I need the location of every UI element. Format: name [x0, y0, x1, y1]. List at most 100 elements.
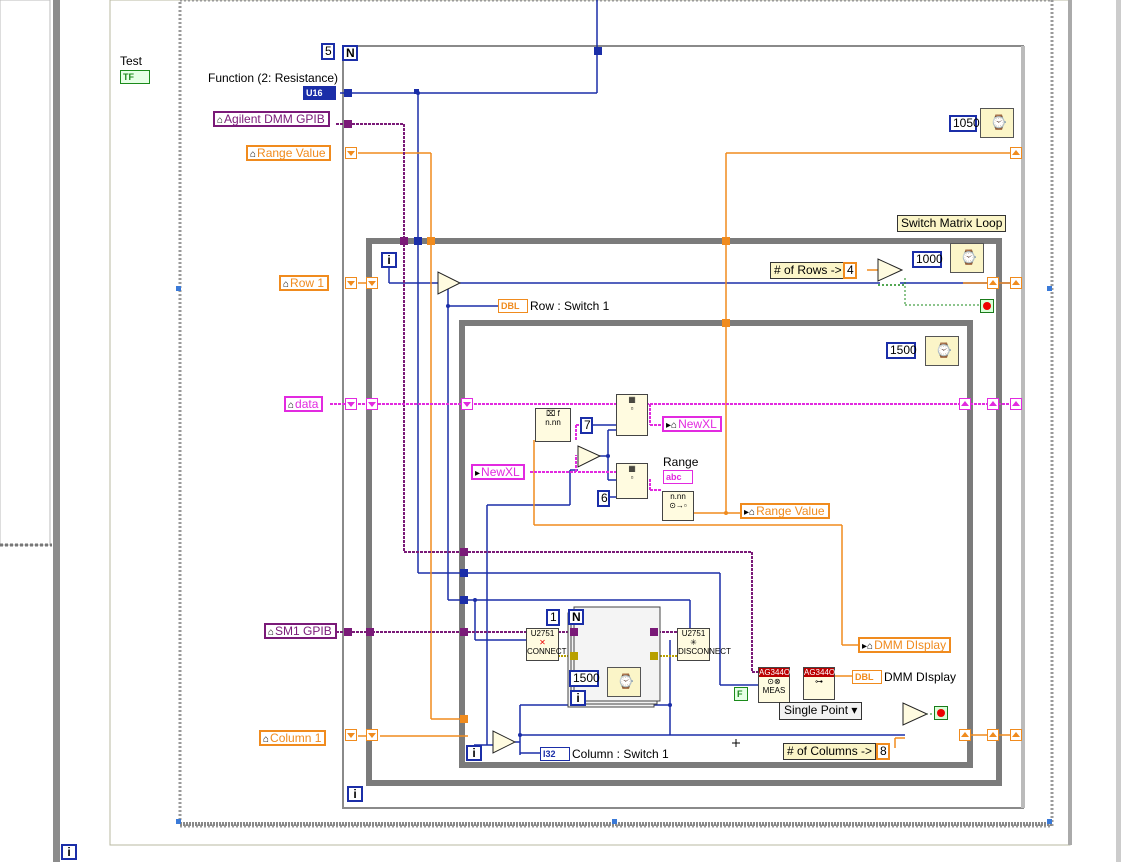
single-point-ring[interactable]: Single Point ▾ — [779, 702, 863, 720]
column1-shift-register-inner — [366, 729, 378, 741]
columns-constant[interactable]: 8 — [876, 743, 890, 760]
inner-count-constant[interactable]: 1 — [546, 609, 560, 626]
range-value-control[interactable]: ⌂Range Value — [246, 145, 331, 161]
chevron-down-icon: ▾ — [851, 703, 858, 717]
single-point-value: Single Point — [784, 703, 849, 717]
column1-shift-register — [345, 729, 357, 741]
rows-note: # of Rows -> — [770, 262, 846, 279]
dmm-display-label: DMM DIsplay — [884, 670, 957, 684]
range-label: Range — [663, 455, 699, 469]
data-shift-register-3 — [461, 398, 473, 410]
row1-label: Row 1 — [290, 276, 325, 290]
data-shift-register-6 — [1010, 398, 1022, 410]
agilent-dmm-gpib-label: Agilent DMM GPIB — [224, 112, 325, 126]
ag344ox-read-subvi[interactable]: AG344OX ⊶ — [803, 667, 841, 700]
column-switch-label: Column : Switch 1 — [572, 747, 669, 761]
newxl-indicator[interactable]: ▸⌂NewXL — [662, 416, 722, 432]
index-7-constant[interactable]: 7 — [580, 417, 593, 434]
row-loop-stop[interactable] — [980, 299, 994, 313]
newxl-out-label: NewXL — [678, 417, 717, 431]
home-icon: ⌂ — [283, 279, 290, 290]
disconnect-title: U2751 — [681, 629, 706, 638]
columns-note: # of Columns -> — [783, 743, 877, 760]
connect-label: CONNECT — [527, 647, 567, 656]
data-label: data — [295, 397, 319, 411]
switch-matrix-loop-label: Switch Matrix Loop — [897, 215, 1007, 232]
home-icon: ⌂ — [288, 400, 295, 411]
range-out — [1010, 147, 1022, 159]
range-value-out-label: Range Value — [756, 504, 825, 518]
function-label: Function (2: Resistance) — [208, 71, 339, 85]
format-number-function[interactable]: ⌧ f n.nn — [535, 408, 571, 442]
replace-array-subset-1[interactable]: ▦ ▫ — [616, 394, 648, 436]
test-label: Test — [120, 54, 143, 68]
row1-control[interactable]: ⌂Row 1 — [279, 275, 330, 291]
column1-control[interactable]: ⌂Column 1 — [259, 730, 327, 746]
home-icon: ⌂ — [268, 627, 275, 638]
meas-icon: ⊙⊗ — [767, 677, 781, 686]
seq-wait-constant[interactable]: 1500 — [569, 670, 600, 687]
wait-1050-constant[interactable]: 1050 — [949, 115, 980, 132]
ag344ox-meas-subvi[interactable]: AG344OX ⊙⊗ MEAS — [758, 667, 796, 703]
meas-title: AG344OX — [759, 668, 796, 677]
column-out-3 — [1010, 729, 1022, 741]
newxl-control[interactable]: ▸NewXL — [471, 464, 525, 480]
row-switch-label: Row : Switch 1 — [530, 299, 610, 313]
row-switch-indicator[interactable]: DBL — [498, 299, 528, 313]
home-icon: ⌂ — [250, 149, 257, 160]
column-out-2 — [987, 729, 999, 741]
range-value-label: Range Value — [257, 146, 326, 160]
data-shift-register-5 — [987, 398, 999, 410]
connect-icon: ✕ — [539, 638, 546, 647]
loop-count-constant[interactable]: 5 — [321, 43, 335, 60]
row1-shift-register-inner — [366, 277, 378, 289]
iteration-terminal-inner: i — [466, 745, 482, 761]
range-value-local[interactable]: ▸⌂Range Value — [740, 503, 830, 519]
wait-ms-1050[interactable]: ⌚ — [980, 108, 1014, 138]
column-out-1 — [959, 729, 971, 741]
rows-constant[interactable]: 4 — [843, 262, 857, 279]
wait-icon: ⌚ — [960, 249, 978, 265]
column-switch-indicator[interactable]: I32 — [540, 747, 570, 761]
dmm-display-local[interactable]: ▸⌂DMM DIsplay — [858, 637, 952, 653]
wait-ms-1000[interactable]: ⌚ — [950, 243, 984, 273]
wait-1500-constant[interactable]: 1500 — [886, 342, 917, 359]
seq-wait-ms[interactable]: ⌚ — [607, 667, 641, 697]
iteration-terminal-bottom: i — [61, 844, 77, 860]
dmm-display-local-label: DMM DIsplay — [874, 638, 947, 652]
home-icon: ⌂ — [217, 115, 224, 126]
fract-exp-string-function[interactable]: n.nn ⊙→▫ — [662, 491, 694, 521]
wait-1000-constant[interactable]: 1000 — [912, 251, 943, 268]
read-icon: ⊶ — [815, 677, 823, 686]
wait-ms-1500[interactable]: ⌚ — [925, 336, 959, 366]
agilent-dmm-gpib-control[interactable]: ⌂Agilent DMM GPIB — [213, 111, 330, 127]
home-icon: ▸⌂ — [862, 641, 874, 652]
loop-count-terminal: N — [342, 45, 358, 61]
wait-icon: ⌚ — [990, 114, 1008, 130]
inner-n-terminal: N — [568, 609, 584, 625]
u2751-disconnect-subvi[interactable]: U2751 ✳ DISCONNECT — [677, 628, 731, 661]
index-6-constant[interactable]: 6 — [597, 490, 610, 507]
connect-title: U2751 — [530, 629, 555, 638]
row-out-1 — [987, 277, 999, 289]
read-title: AG344OX — [804, 668, 841, 677]
data-control[interactable]: ⌂data — [284, 396, 324, 412]
sm1-gpib-label: SM1 GPIB — [275, 624, 332, 638]
arrow-icon: ▸ — [475, 468, 481, 479]
data-shift-register-4 — [959, 398, 971, 410]
u16-constant[interactable]: U16 — [303, 86, 336, 100]
range-string-indicator[interactable]: abc — [663, 470, 693, 484]
replace-array-subset-2[interactable]: ▦ ▫ — [616, 463, 648, 499]
column1-label: Column 1 — [270, 731, 322, 745]
home-icon: ⌂ — [263, 734, 270, 745]
range-tunnel — [345, 147, 357, 159]
sm1-gpib-control[interactable]: ⌂SM1 GPIB — [264, 623, 337, 639]
column-loop-stop[interactable] — [934, 706, 948, 720]
u2751-connect-subvi[interactable]: U2751 ✕ CONNECT — [526, 628, 567, 661]
test-boolean-control[interactable]: TF — [120, 70, 150, 84]
dmm-display-indicator[interactable]: DBL — [852, 670, 882, 684]
disconnect-label: DISCONNECT — [678, 647, 731, 656]
data-shift-register-1 — [345, 398, 357, 410]
newxl-label: NewXL — [481, 465, 520, 479]
false-constant[interactable]: F — [734, 687, 748, 701]
